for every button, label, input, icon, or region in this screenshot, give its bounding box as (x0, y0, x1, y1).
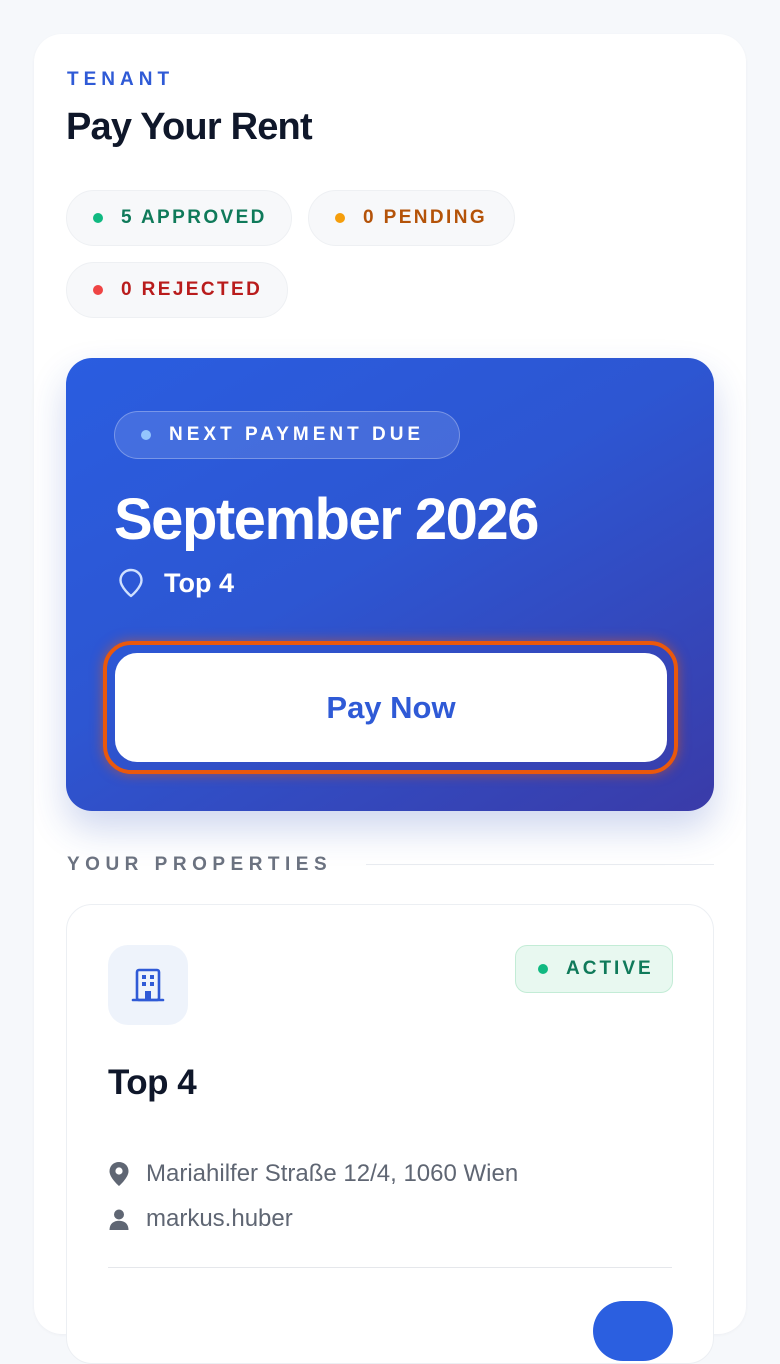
property-address-row: Mariahilfer Straße 12/4, 1060 Wien (108, 1159, 518, 1189)
tenant-dashboard: TENANT Pay Your Rent 5 APPROVED 0 PENDIN… (34, 34, 746, 1364)
due-unit: Top 4 (118, 565, 234, 601)
properties-section-title: YOUR PROPERTIES (67, 854, 333, 875)
property-card[interactable]: ACTIVE Top 4 Mariahilfer Straße 12/4, 10… (66, 904, 714, 1364)
pay-now-button[interactable]: Pay Now (115, 653, 667, 762)
status-badge: ACTIVE (515, 945, 673, 993)
status-badge-label: ACTIVE (566, 958, 654, 979)
property-address: Mariahilfer Straße 12/4, 1060 Wien (146, 1160, 519, 1187)
rejected-dot (93, 285, 103, 295)
section-divider (366, 864, 714, 865)
map-pin-outline-icon (119, 568, 143, 598)
building-icon-tile (108, 945, 188, 1025)
approved-count-pill[interactable]: 5 APPROVED (66, 190, 292, 246)
pending-dot (335, 213, 345, 223)
next-payment-chip-label: NEXT PAYMENT DUE (169, 424, 425, 445)
pending-count-pill[interactable]: 0 PENDING (308, 190, 515, 246)
property-user-row: markus.huber (108, 1204, 293, 1234)
user-icon (109, 1209, 129, 1230)
pending-label: 0 PENDING (363, 207, 488, 228)
page-title: Pay Your Rent (66, 106, 313, 148)
property-username: markus.huber (146, 1205, 293, 1232)
next-payment-card: NEXT PAYMENT DUE September 2026 Top 4 Pa… (66, 358, 714, 811)
card-divider (108, 1267, 672, 1268)
property-action-button[interactable] (593, 1301, 673, 1361)
next-payment-chip: NEXT PAYMENT DUE (114, 411, 460, 459)
property-name: Top 4 (108, 1063, 197, 1102)
active-dot (538, 964, 548, 974)
rejected-label: 0 REJECTED (121, 279, 263, 300)
approved-label: 5 APPROVED (121, 207, 267, 228)
role-eyebrow: TENANT (67, 69, 175, 90)
next-payment-dot (141, 430, 151, 440)
approved-dot (93, 213, 103, 223)
map-pin-icon (109, 1162, 129, 1186)
due-unit-label: Top 4 (164, 567, 234, 598)
rejected-count-pill[interactable]: 0 REJECTED (66, 262, 288, 318)
building-icon (131, 968, 165, 1002)
due-month: September 2026 (114, 487, 539, 552)
